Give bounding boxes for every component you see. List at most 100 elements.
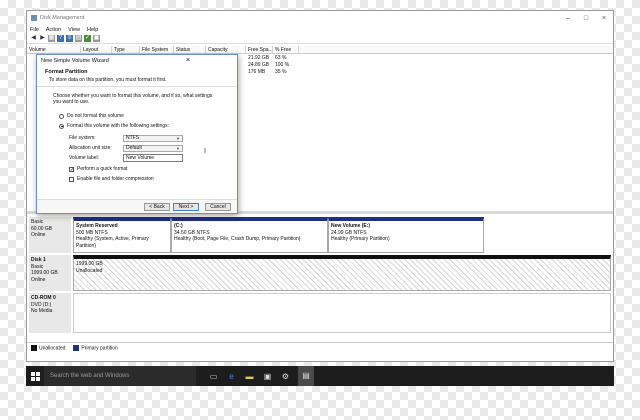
menu-view[interactable]: View <box>68 27 80 33</box>
chevron-down-icon: ▼ <box>176 135 180 141</box>
start-button[interactable] <box>26 366 44 386</box>
new-simple-volume-wizard: New Simple Volume Wizard × Format Partit… <box>36 54 238 214</box>
settings-icon[interactable]: ⚙ <box>280 371 291 382</box>
help-icon[interactable]: ? <box>57 35 64 42</box>
disk-1-row: Disk 1 Basic 1999.00 GB Online 1999.00 G… <box>29 255 611 291</box>
wizard-body: Choose whether you want to format this v… <box>37 87 237 183</box>
disk-1-label[interactable]: Disk 1 Basic 1999.00 GB Online <box>29 255 71 291</box>
radio-selected-icon <box>59 123 64 129</box>
list-icon[interactable]: ≡ <box>66 35 73 42</box>
menu-file[interactable]: File <box>30 27 39 33</box>
allocation-row: Allocation unit size: Default ▼ <box>69 143 221 153</box>
back-arrow-icon[interactable]: ◀ <box>30 35 37 42</box>
col-free-space[interactable]: Free Spa... <box>246 46 273 53</box>
legend-unallocated-label: Unallocated <box>39 345 66 352</box>
cdrom-row: CD-ROM 0 DVD (D:) No Media <box>29 293 611 333</box>
windows-logo-icon <box>30 371 40 381</box>
checkmark-icon: ✓ <box>69 166 75 173</box>
partition-c[interactable]: (C:) 34.50 GB NTFS Healthy (Boot, Page F… <box>171 217 328 253</box>
radio-do-not-format[interactable]: Do not format this volume <box>59 113 221 119</box>
cdrom-label[interactable]: CD-ROM 0 DVD (D:) No Media <box>29 293 71 333</box>
menu-help[interactable]: Help <box>87 27 98 33</box>
pct-cell: 63 % <box>275 55 287 61</box>
free-cell: 176 MB <box>248 69 266 75</box>
maximize-icon[interactable]: □ <box>577 15 595 22</box>
volume-label-input[interactable]: New Volume <box>123 154 183 162</box>
partition-status: Healthy (Boot, Page File, Crash Dump, Pr… <box>174 236 301 242</box>
close-icon[interactable]: × <box>139 57 237 64</box>
disk-0-row: Basic 60.00 GB Online System Reserved 50… <box>29 217 611 253</box>
file-system-row: File system: NTFS ▼ <box>69 133 221 143</box>
volume-label-label: Volume label: <box>69 155 100 161</box>
toolbar: ◀ ▶ ▦ ? ≡ ▤ ✓ ▣ <box>27 34 613 44</box>
edge-icon[interactable]: e <box>226 371 237 382</box>
allocation-select[interactable]: Default ▼ <box>123 144 183 152</box>
free-cell: 21.92 GB <box>248 55 270 61</box>
volume-table-header: Volume Layout Type File System Status Ca… <box>27 46 613 54</box>
disk-management-icon <box>31 15 37 21</box>
disk-management-icon[interactable]: ▤ <box>298 366 314 386</box>
col-pct-free[interactable]: % Free <box>273 46 299 53</box>
legend-unallocated-swatch <box>31 344 37 351</box>
checkbox-empty-icon <box>69 176 74 182</box>
allocation-value: Default <box>126 145 142 151</box>
menu-action[interactable]: Action <box>46 27 61 33</box>
wizard-footer: < Back Next > Cancel <box>37 199 237 213</box>
legend: Unallocated Primary partition <box>27 342 613 353</box>
title-bar: Disk Management – □ × <box>27 11 613 25</box>
compression-checkbox[interactable]: Enable file and folder compression <box>69 175 221 183</box>
partition-status: Healthy (Primary Partition) <box>331 236 390 242</box>
forward-arrow-icon[interactable]: ▶ <box>39 35 46 42</box>
wizard-question: Choose whether you want to format this v… <box>53 93 213 105</box>
legend-primary-swatch <box>73 344 80 351</box>
wizard-heading: Format Partition <box>45 69 88 75</box>
cdrom-status: No Media <box>31 308 53 314</box>
disk-map: Basic 60.00 GB Online System Reserved 50… <box>27 215 613 353</box>
radio-format[interactable]: Format this volume with the following se… <box>59 123 221 129</box>
settings-icon[interactable]: ▣ <box>93 35 100 42</box>
quick-format-checkbox[interactable]: ✓ Perform a quick format <box>69 165 221 173</box>
disk-0-partitions: System Reserved 500 MB NTFS Healthy (Sys… <box>73 217 611 253</box>
taskbar: Search the web and Windows ▭ e ▬ ▣ ⚙ ▤ <box>26 366 614 386</box>
radio-label: Format this volume with the following se… <box>67 123 169 129</box>
task-view-icon[interactable]: ▭ <box>208 371 219 382</box>
refresh-icon[interactable]: ✓ <box>84 35 91 42</box>
wizard-header: Format Partition To store data on this p… <box>37 66 237 87</box>
file-explorer-icon[interactable]: ▬ <box>244 371 255 382</box>
partition-system-reserved[interactable]: System Reserved 500 MB NTFS Healthy (Sys… <box>73 217 171 253</box>
col-capacity[interactable]: Capacity <box>206 46 246 53</box>
cancel-button[interactable]: Cancel <box>205 202 231 211</box>
properties-icon[interactable]: ▤ <box>75 35 82 42</box>
store-icon[interactable]: ▣ <box>262 371 273 382</box>
window-title: Disk Management <box>40 15 85 21</box>
wizard-subheading: To store data on this partition, you mus… <box>49 77 167 83</box>
partition-e[interactable]: New Volume (E:) 24.99 GB NTFS Healthy (P… <box>328 217 484 253</box>
legend-unallocated: Unallocated <box>31 344 66 352</box>
allocation-label: Allocation unit size: <box>69 145 112 151</box>
file-system-select[interactable]: NTFS ▼ <box>123 134 183 142</box>
col-status[interactable]: Status <box>174 46 206 53</box>
col-file-system[interactable]: File System <box>140 46 174 53</box>
disk-0-status: Online <box>31 232 46 238</box>
radio-icon <box>59 113 64 119</box>
legend-primary: Primary partition <box>73 344 118 351</box>
wizard-title: New Simple Volume Wizard <box>41 57 109 64</box>
radio-label: Do not format this volume <box>67 113 124 119</box>
unallocated-status: Unallocated <box>76 267 103 274</box>
back-button[interactable]: < Back <box>144 202 170 211</box>
next-button[interactable]: Next > <box>173 202 199 211</box>
cdrom-area[interactable] <box>73 293 611 333</box>
disk-0-label[interactable]: Basic 60.00 GB Online <box>29 217 71 253</box>
grid-view-icon[interactable]: ▦ <box>48 35 55 42</box>
wizard-title-bar: New Simple Volume Wizard × <box>37 55 237 66</box>
file-system-value: NTFS <box>126 135 140 141</box>
taskbar-search[interactable]: Search the web and Windows <box>44 366 196 386</box>
col-type[interactable]: Type <box>112 46 140 53</box>
unallocated-space[interactable]: 1999.00 GB Unallocated <box>73 255 611 291</box>
col-layout[interactable]: Layout <box>81 46 112 53</box>
col-volume[interactable]: Volume <box>27 46 81 53</box>
volume-label-row: Volume label: New Volume <box>69 153 221 163</box>
minimize-icon[interactable]: – <box>559 15 577 22</box>
taskbar-icons: ▭ e ▬ ▣ ⚙ ▤ <box>208 366 314 386</box>
close-icon[interactable]: × <box>595 15 613 22</box>
